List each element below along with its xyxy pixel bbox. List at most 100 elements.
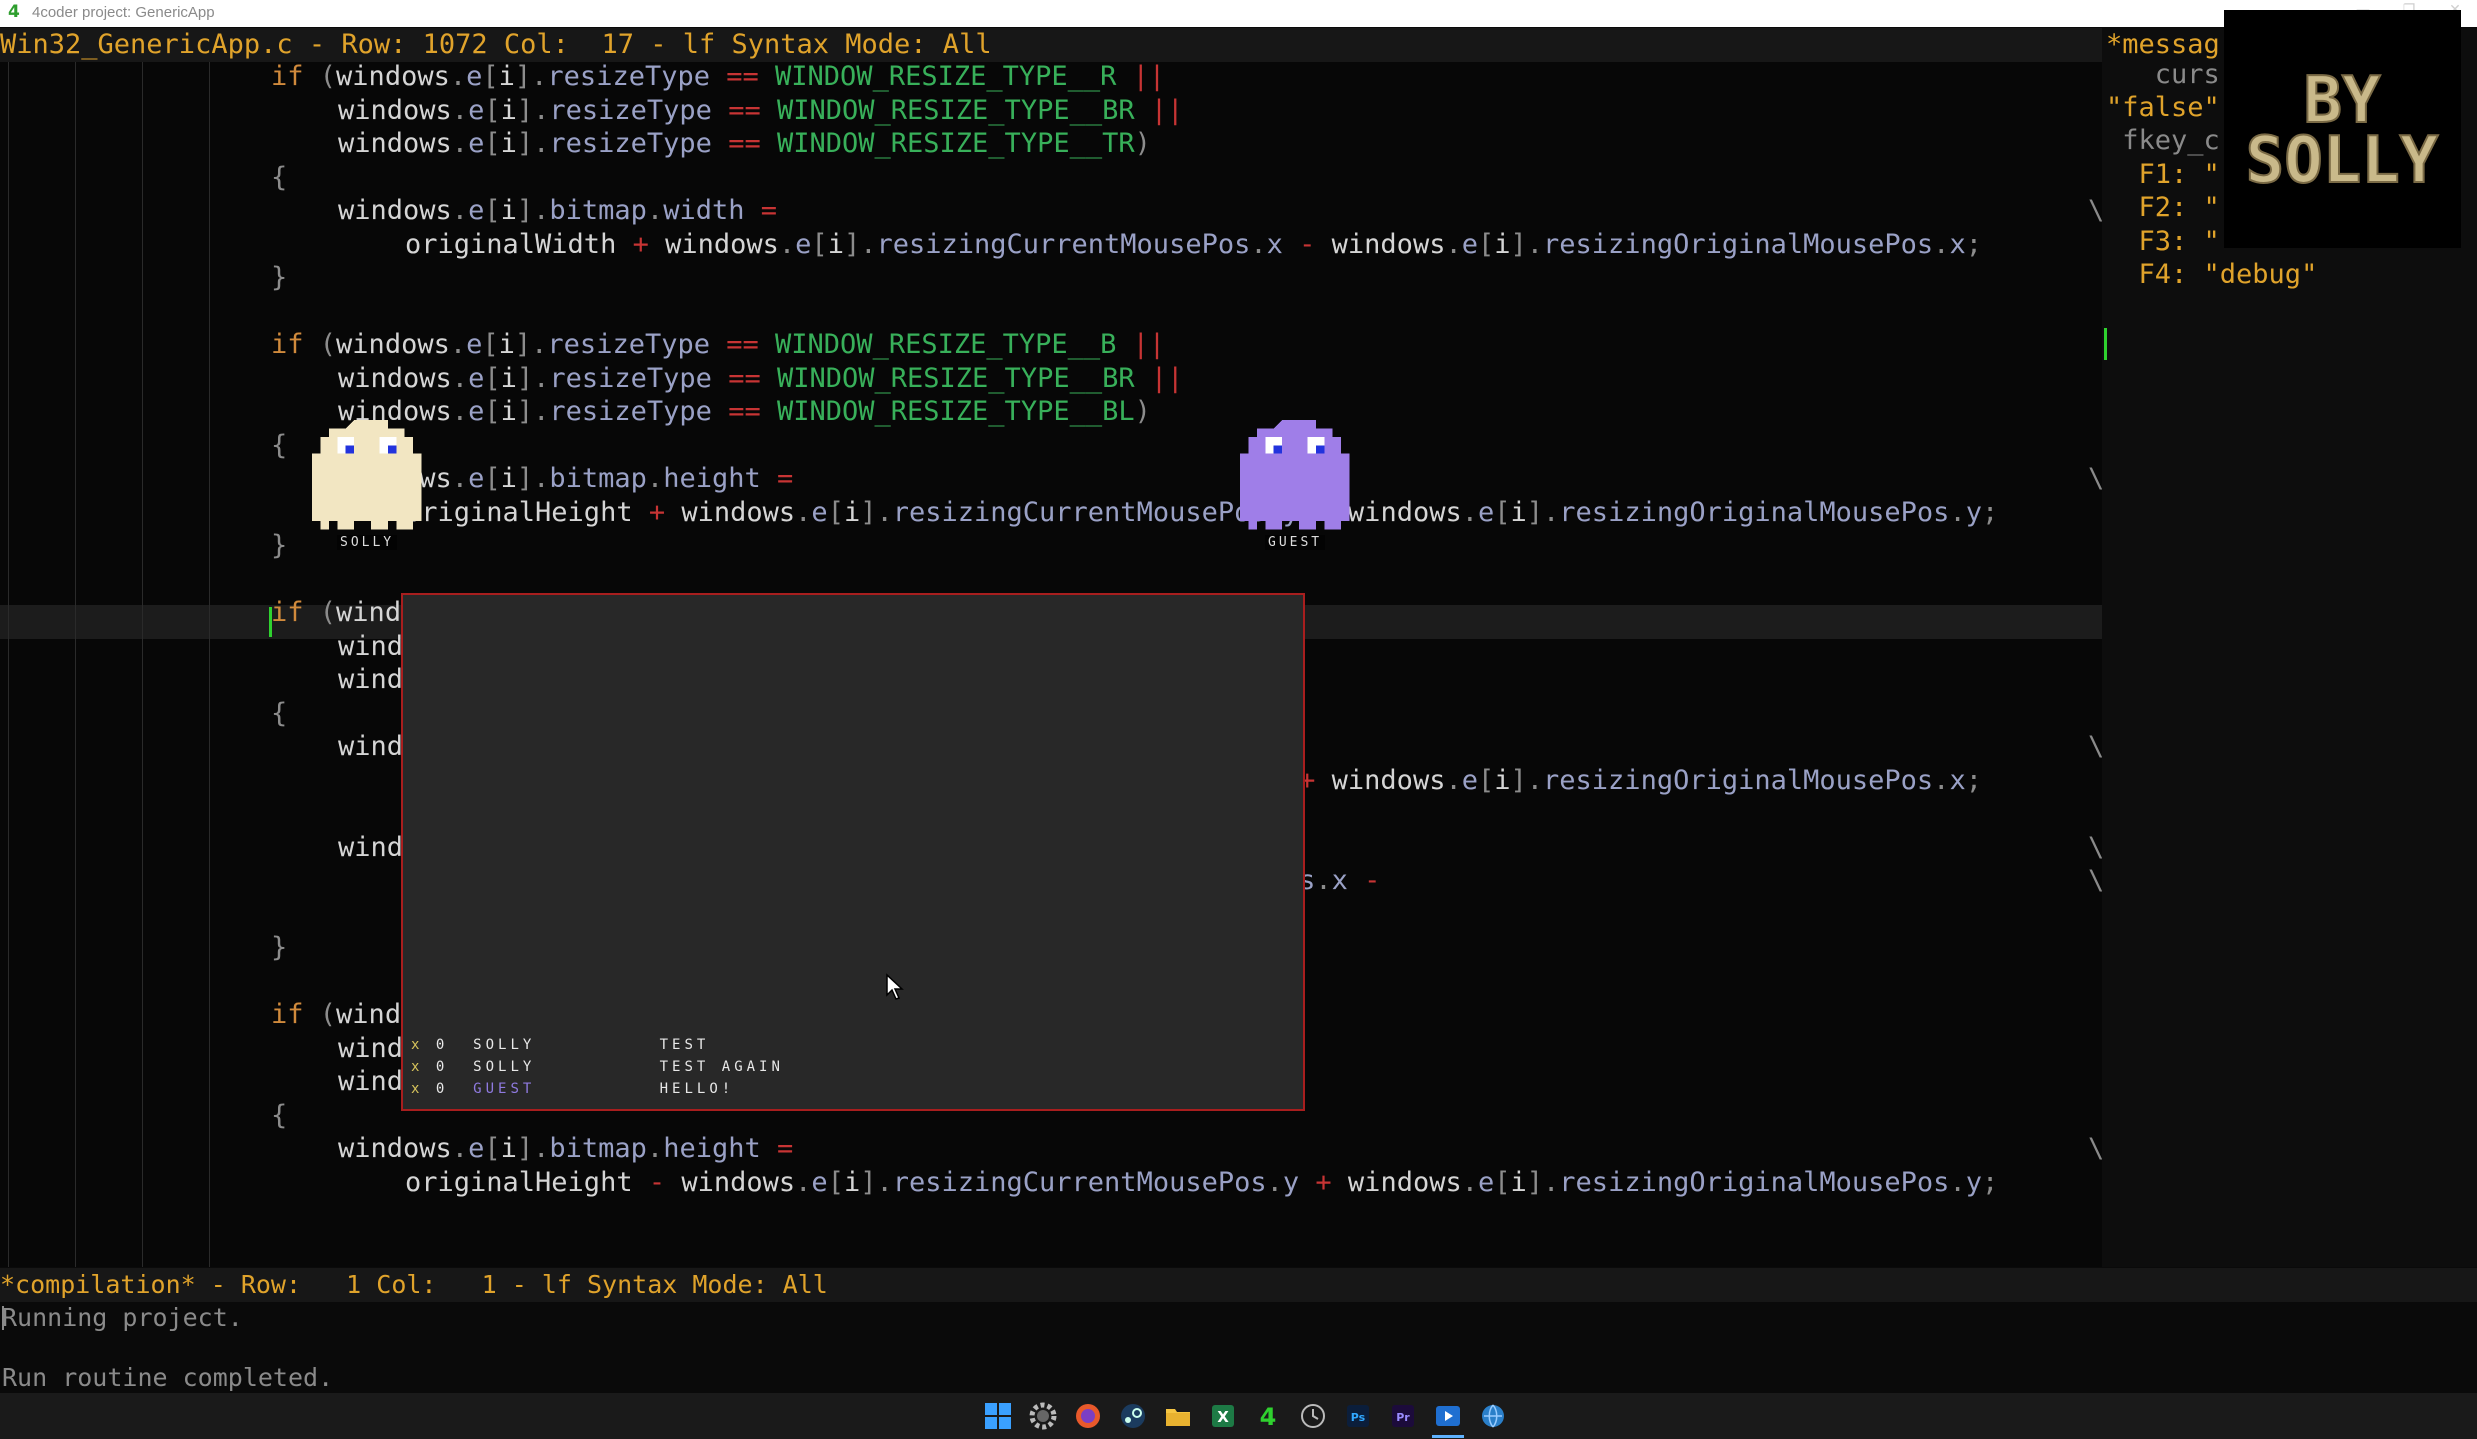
code-token: WINDOW_RESIZE_TYPE__TR	[776, 128, 1135, 159]
game-window[interactable]: x 0 SOLLY TEST x 0 SOLLY TEST AGAIN x 0 …	[401, 593, 1305, 1111]
code-token: [	[1494, 1166, 1511, 1198]
panel-line: "false"	[2106, 92, 2220, 123]
code-token: .	[451, 463, 469, 494]
panel-line: fkey_c	[2106, 125, 2220, 156]
code-line: windows.e[i].resizeType == WINDOW_RESIZE…	[338, 395, 1151, 429]
code-token: ].	[1510, 228, 1544, 260]
code-token: resizingOriginalMousePos	[1559, 1166, 1950, 1198]
code-token: resizeType	[549, 128, 712, 159]
code-token: [	[484, 463, 501, 494]
code-token: e	[468, 128, 485, 159]
code-line: windows.e[i].resizeType == WINDOW_RESIZE…	[338, 127, 1151, 161]
code-token: .	[646, 463, 664, 494]
code-token: )	[1134, 128, 1151, 159]
code-token: originalWidth	[405, 228, 633, 260]
code-token: ==	[728, 362, 761, 394]
panel-line: F4: "debug"	[2106, 259, 2318, 290]
clock-icon[interactable]	[1298, 1401, 1328, 1431]
4coder-icon[interactable]: 4	[1253, 1401, 1283, 1431]
photoshop-icon[interactable]: Ps	[1343, 1401, 1373, 1431]
code-token: e	[1477, 1166, 1495, 1198]
code-token: ||	[1150, 94, 1184, 126]
code-token: ;	[1965, 764, 1982, 796]
code-token: y	[1282, 1166, 1300, 1198]
network-icon[interactable]	[1478, 1401, 1508, 1431]
code-token: [	[484, 128, 501, 159]
svg-text:Pr: Pr	[1396, 1411, 1410, 1424]
code-token: windows	[338, 362, 452, 394]
code-line: }	[271, 931, 287, 965]
code-token: width	[663, 195, 745, 226]
code-token: x	[1949, 228, 1966, 260]
code-token: if	[271, 999, 320, 1030]
code-token: windows	[338, 195, 452, 226]
code-token: ].	[860, 496, 893, 528]
premiere-icon[interactable]: Pr	[1388, 1401, 1418, 1431]
code-token: windows	[338, 128, 452, 159]
code-token: e	[1461, 228, 1478, 260]
code-token: .	[1933, 764, 1950, 796]
panel-line: F3: "	[2106, 226, 2220, 257]
code-token: bitmap	[549, 195, 647, 226]
code-line: windows.e[i].bitmap.width =	[338, 194, 777, 228]
code-token: )	[1134, 396, 1151, 427]
code-token: ==	[728, 396, 761, 427]
code-token: {	[271, 1099, 288, 1131]
code-token: i	[500, 396, 517, 427]
code-line: windows.e[i].bitmap.height =	[338, 1132, 793, 1166]
code-token: e	[468, 195, 485, 226]
code-token: windows	[338, 1133, 452, 1164]
code-token: ].	[516, 128, 550, 159]
code-token: windows	[1315, 764, 1446, 796]
code-token: y	[1965, 496, 1982, 528]
code-token: ].	[1526, 496, 1560, 528]
svg-text:4: 4	[1260, 1403, 1277, 1431]
file-explorer-icon[interactable]	[1163, 1401, 1193, 1431]
code-token: windows	[1315, 228, 1446, 260]
code-token: bitmap	[549, 463, 647, 494]
code-token: e	[468, 463, 485, 494]
code-token: ==	[726, 329, 759, 360]
code-token: windows	[665, 496, 796, 528]
windows-start-icon[interactable]	[983, 1401, 1013, 1431]
excel-icon[interactable]: X	[1208, 1401, 1238, 1431]
code-token: i	[500, 362, 517, 394]
code-line: originalHeight - windows.e[i].resizingCu…	[405, 1166, 1998, 1200]
code-token: {	[271, 429, 288, 461]
panel-line: F2: "	[2106, 192, 2220, 223]
code-token: windows	[336, 62, 450, 92]
code-line: windows.e[i].resizeType == WINDOW_RESIZE…	[338, 362, 1183, 396]
media-player-icon[interactable]	[1433, 1401, 1463, 1431]
code-token: (	[319, 329, 337, 360]
code-token: +	[648, 496, 666, 528]
firefox-icon[interactable]	[1073, 1401, 1103, 1431]
code-token: .	[646, 1133, 664, 1164]
svg-text:X: X	[1217, 1408, 1229, 1426]
code-token: e	[811, 1166, 828, 1198]
code-token: [	[484, 195, 501, 226]
code-token: ].	[516, 463, 550, 494]
code-line: if (windows.e[i].resizeType == WINDOW_RE…	[271, 328, 1165, 362]
code-token: ].	[516, 362, 550, 394]
code-token: [	[484, 94, 501, 126]
compilation-output[interactable]: Running project. Run routine completed.	[0, 1302, 2477, 1393]
code-token: ].	[843, 228, 877, 260]
code-token: ==	[726, 62, 759, 92]
code-token: e	[468, 396, 485, 427]
steam-icon[interactable]	[1118, 1401, 1148, 1431]
code-token: windows	[665, 1166, 796, 1198]
code-token: ||	[1132, 329, 1166, 360]
code-token: [	[1494, 496, 1511, 528]
code-token: resizingOriginalMousePos	[1559, 496, 1950, 528]
settings-icon[interactable]	[1028, 1401, 1058, 1431]
code-line: {	[271, 429, 287, 463]
active-app-indicator	[1432, 1435, 1464, 1438]
indent-guide	[8, 62, 9, 1267]
code-token: windows	[336, 329, 450, 360]
